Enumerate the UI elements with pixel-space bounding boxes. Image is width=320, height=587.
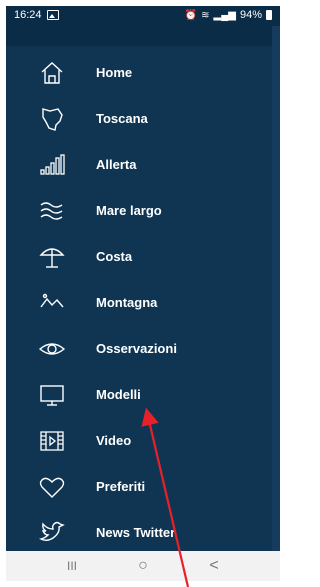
menu-item-home[interactable]: Home [6, 50, 272, 96]
menu-label: Modelli [96, 387, 141, 402]
menu-item-video[interactable]: Video [6, 418, 272, 464]
menu-label: Costa [96, 249, 133, 264]
battery-icon [266, 10, 272, 20]
menu-item-news-twitter[interactable]: News Twitter [6, 510, 272, 556]
menu-item-mare-largo[interactable]: Mare largo [6, 188, 272, 234]
status-bar: 16:24 ⏰ ≋ ▂▄▆ 94% [6, 6, 280, 26]
back-button[interactable]: < [194, 555, 234, 577]
drawer-edge [272, 26, 280, 551]
twitter-bird-icon [36, 517, 68, 549]
drawer-header [6, 26, 280, 46]
menu-label: News Twitter [96, 525, 176, 540]
monitor-icon [36, 379, 68, 411]
status-time: 16:24 [14, 9, 42, 21]
waves-icon [36, 195, 68, 227]
heart-icon [36, 471, 68, 503]
tuscany-map-icon [36, 103, 68, 135]
menu-item-preferiti[interactable]: Preferiti [6, 464, 272, 510]
menu-item-modelli[interactable]: Modelli [6, 372, 272, 418]
menu-label: Montagna [96, 295, 158, 310]
menu-label: Mare largo [96, 203, 162, 218]
signal-icon: ▂▄▆ [213, 9, 236, 21]
menu-label: Preferiti [96, 479, 146, 494]
alarm-icon: ⏰ [184, 9, 198, 21]
beach-umbrella-icon [36, 241, 68, 273]
film-icon [36, 425, 68, 457]
gallery-icon [46, 10, 59, 20]
navigation-menu: Home Toscana Allerta Mare largo Costa Mo… [6, 46, 272, 551]
menu-label: Osservazioni [96, 341, 177, 356]
menu-item-allerta[interactable]: Allerta [6, 142, 272, 188]
phone-screen: 16:24 ⏰ ≋ ▂▄▆ 94% Home Toscana Allerta M… [6, 6, 280, 581]
menu-label: Home [96, 65, 133, 80]
home-button[interactable]: ○ [123, 555, 163, 577]
menu-item-toscana[interactable]: Toscana [6, 96, 272, 142]
recent-apps-button[interactable]: III [52, 555, 92, 577]
mountain-icon [36, 287, 68, 319]
menu-item-osservazioni[interactable]: Osservazioni [6, 326, 272, 372]
signal-bars-icon [36, 149, 68, 181]
home-icon [36, 57, 68, 89]
menu-label: Allerta [96, 157, 137, 172]
battery-level: 94% [239, 9, 262, 21]
menu-label: Video [96, 433, 132, 448]
menu-item-costa[interactable]: Costa [6, 234, 272, 280]
eye-icon [36, 333, 68, 365]
android-nav-bar: III ○ < [6, 551, 280, 581]
wifi-icon: ≋ [201, 9, 210, 21]
menu-label: Toscana [96, 111, 148, 126]
menu-item-montagna[interactable]: Montagna [6, 280, 272, 326]
